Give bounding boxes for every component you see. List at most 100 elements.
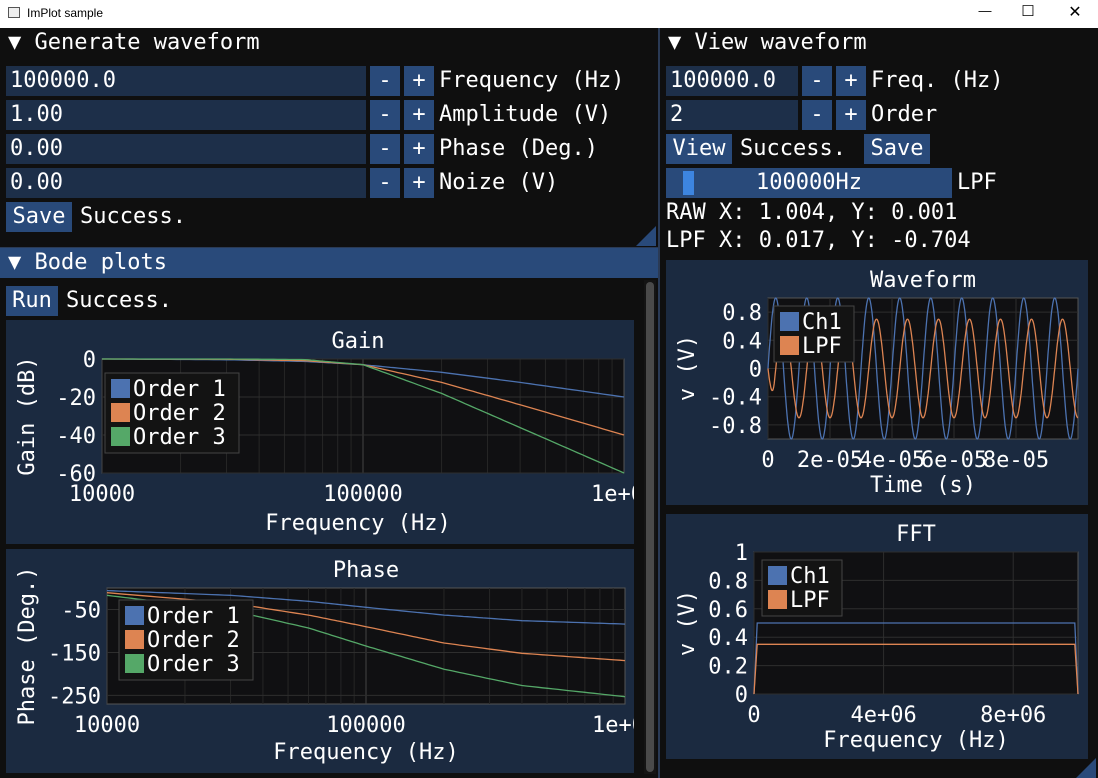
bode-scrollbar-thumb[interactable] [646, 282, 654, 772]
frequency-label: Frequency (Hz) [439, 68, 625, 93]
noize-input[interactable]: 0.00 [6, 168, 366, 198]
bode-run-button[interactable]: Run [6, 286, 58, 316]
frequency-increment-button[interactable]: + [404, 66, 434, 96]
window-title-bar: ImPlot sample — ☐ ✕ [0, 0, 1098, 28]
raw-readout: RAW X: 1.004, Y: 0.001 [666, 200, 958, 225]
amplitude-decrement-button[interactable]: - [370, 100, 400, 130]
legend-label: LPF [790, 588, 830, 613]
noize-increment-button[interactable]: + [404, 168, 434, 198]
lpf-slider[interactable]: 100000Hz [666, 168, 952, 198]
close-icon[interactable]: ✕ [1065, 2, 1085, 22]
order-decrement-button[interactable]: - [802, 100, 832, 130]
amplitude-input[interactable]: 1.00 [6, 100, 366, 130]
view-save-button[interactable]: Save [864, 134, 930, 164]
frequency-input[interactable]: 100000.0 [6, 66, 366, 96]
phase-input[interactable]: 0.00 [6, 134, 366, 164]
phase-plot[interactable]: Phase 10000 100000 1e+0 -50 -150 -250 Frequency… [6, 549, 634, 773]
y-tick-label: 0.4 [708, 626, 748, 651]
bode-status-text: Success. [66, 288, 172, 313]
bode-scrollbar[interactable] [644, 280, 656, 774]
y-tick-label: -0.8 [709, 414, 762, 439]
legend-swatch[interactable] [780, 336, 799, 355]
legend-swatch[interactable] [125, 654, 144, 673]
y-tick-label: 0 [749, 358, 762, 383]
x-tick-label: 6e-05 [921, 448, 987, 473]
legend-swatch[interactable] [125, 606, 144, 625]
lpf-label: LPF [957, 170, 997, 195]
legend-swatch[interactable] [780, 312, 799, 331]
view-button[interactable]: View [666, 134, 732, 164]
y-tick-label: -250 [48, 684, 101, 709]
y-axis-label: Phase (Deg.) [15, 567, 40, 726]
x-axis-label: Frequency (Hz) [823, 728, 1008, 753]
waveform-plot[interactable]: Waveform 0 2e-054e-056e-058e-05 0.8 0.4 0 -0.4… [666, 260, 1088, 505]
y-tick-label: 0 [83, 348, 96, 373]
noize-label: Noize (V) [439, 170, 559, 195]
noize-decrement-button[interactable]: - [370, 168, 400, 198]
y-tick-label: 0.6 [708, 598, 748, 623]
view-freq-increment-button[interactable]: + [836, 66, 866, 96]
bode-plots-header[interactable]: ▼ Bode plots [0, 248, 658, 278]
y-tick-label: 0.8 [708, 569, 748, 594]
lpf-readout: LPF X: 0.017, Y: -0.704 [666, 228, 971, 253]
y-axis-label: v (V) [675, 590, 700, 656]
resize-grip[interactable] [636, 226, 656, 246]
legend-label: Ch1 [790, 564, 830, 589]
legend-label: Order 2 [133, 401, 226, 426]
legend-swatch[interactable] [768, 566, 787, 585]
x-tick-label: 8e-05 [983, 448, 1049, 473]
amplitude-label: Amplitude (V) [439, 102, 612, 127]
view-freq-label: Freq. (Hz) [871, 68, 1004, 93]
view-status-text: Success. [740, 136, 846, 161]
lpf-slider-value: 100000Hz [756, 170, 862, 195]
y-tick-label: -150 [48, 641, 101, 666]
legend-swatch[interactable] [111, 379, 130, 398]
gain-plot[interactable]: Gain100001000001e+00-20-40-60Frequency (… [6, 320, 634, 544]
x-tick-label: 1e+0 [591, 482, 634, 507]
legend-label: Order 1 [147, 604, 240, 629]
legend-swatch[interactable] [111, 427, 130, 446]
order-increment-button[interactable]: + [836, 100, 866, 130]
x-tick-label: 1e+0 [592, 713, 634, 738]
frequency-decrement-button[interactable]: - [370, 66, 400, 96]
legend-label: Order 2 [147, 628, 240, 653]
y-tick-label: 0.8 [722, 301, 762, 326]
legend-label: Ch1 [802, 310, 842, 335]
view-freq-input[interactable]: 100000.0 [666, 66, 798, 96]
fft-plot[interactable]: FFT 0 4e+06 8e+06 1 0.8 0.6 0.4 0.2 0 Frequency (H… [666, 514, 1088, 759]
plot-title: Waveform [870, 268, 976, 293]
phase-increment-button[interactable]: + [404, 134, 434, 164]
phase-label: Phase (Deg.) [439, 136, 598, 161]
amplitude-increment-button[interactable]: + [404, 100, 434, 130]
legend-swatch[interactable] [768, 590, 787, 609]
legend-label: Order 1 [133, 377, 226, 402]
plot-title: Gain [332, 329, 385, 354]
x-tick-label: 10000 [74, 713, 140, 738]
minimize-icon[interactable]: — [975, 3, 995, 18]
maximize-icon[interactable]: ☐ [1018, 2, 1038, 20]
view-waveform-header[interactable]: ▼ View waveform [660, 28, 1098, 58]
order-label: Order [871, 102, 938, 127]
x-tick-label: 4e-05 [859, 448, 925, 473]
legend-swatch[interactable] [125, 630, 144, 649]
generate-waveform-header[interactable]: ▼ Generate waveform [0, 28, 658, 58]
plot-title: FFT [896, 522, 936, 547]
x-tick-label: 100000 [323, 482, 402, 507]
x-tick-label: 4e+06 [850, 703, 916, 728]
order-input[interactable]: 2 [666, 100, 798, 130]
y-tick-label: -0.4 [709, 386, 762, 411]
generate-save-button[interactable]: Save [6, 202, 72, 232]
y-tick-label: -50 [61, 598, 101, 623]
x-tick-label: 0 [761, 448, 774, 473]
x-tick-label: 100000 [326, 713, 405, 738]
legend-swatch[interactable] [111, 403, 130, 422]
legend-label: LPF [802, 334, 842, 359]
y-tick-label: -60 [56, 462, 96, 487]
y-tick-label: 1 [735, 541, 748, 566]
view-freq-decrement-button[interactable]: - [802, 66, 832, 96]
generate-status-text: Success. [80, 204, 186, 229]
plot-title: Phase [333, 558, 399, 583]
x-axis-label: Frequency (Hz) [265, 511, 450, 536]
view-resize-grip[interactable] [1076, 758, 1096, 778]
phase-decrement-button[interactable]: - [370, 134, 400, 164]
